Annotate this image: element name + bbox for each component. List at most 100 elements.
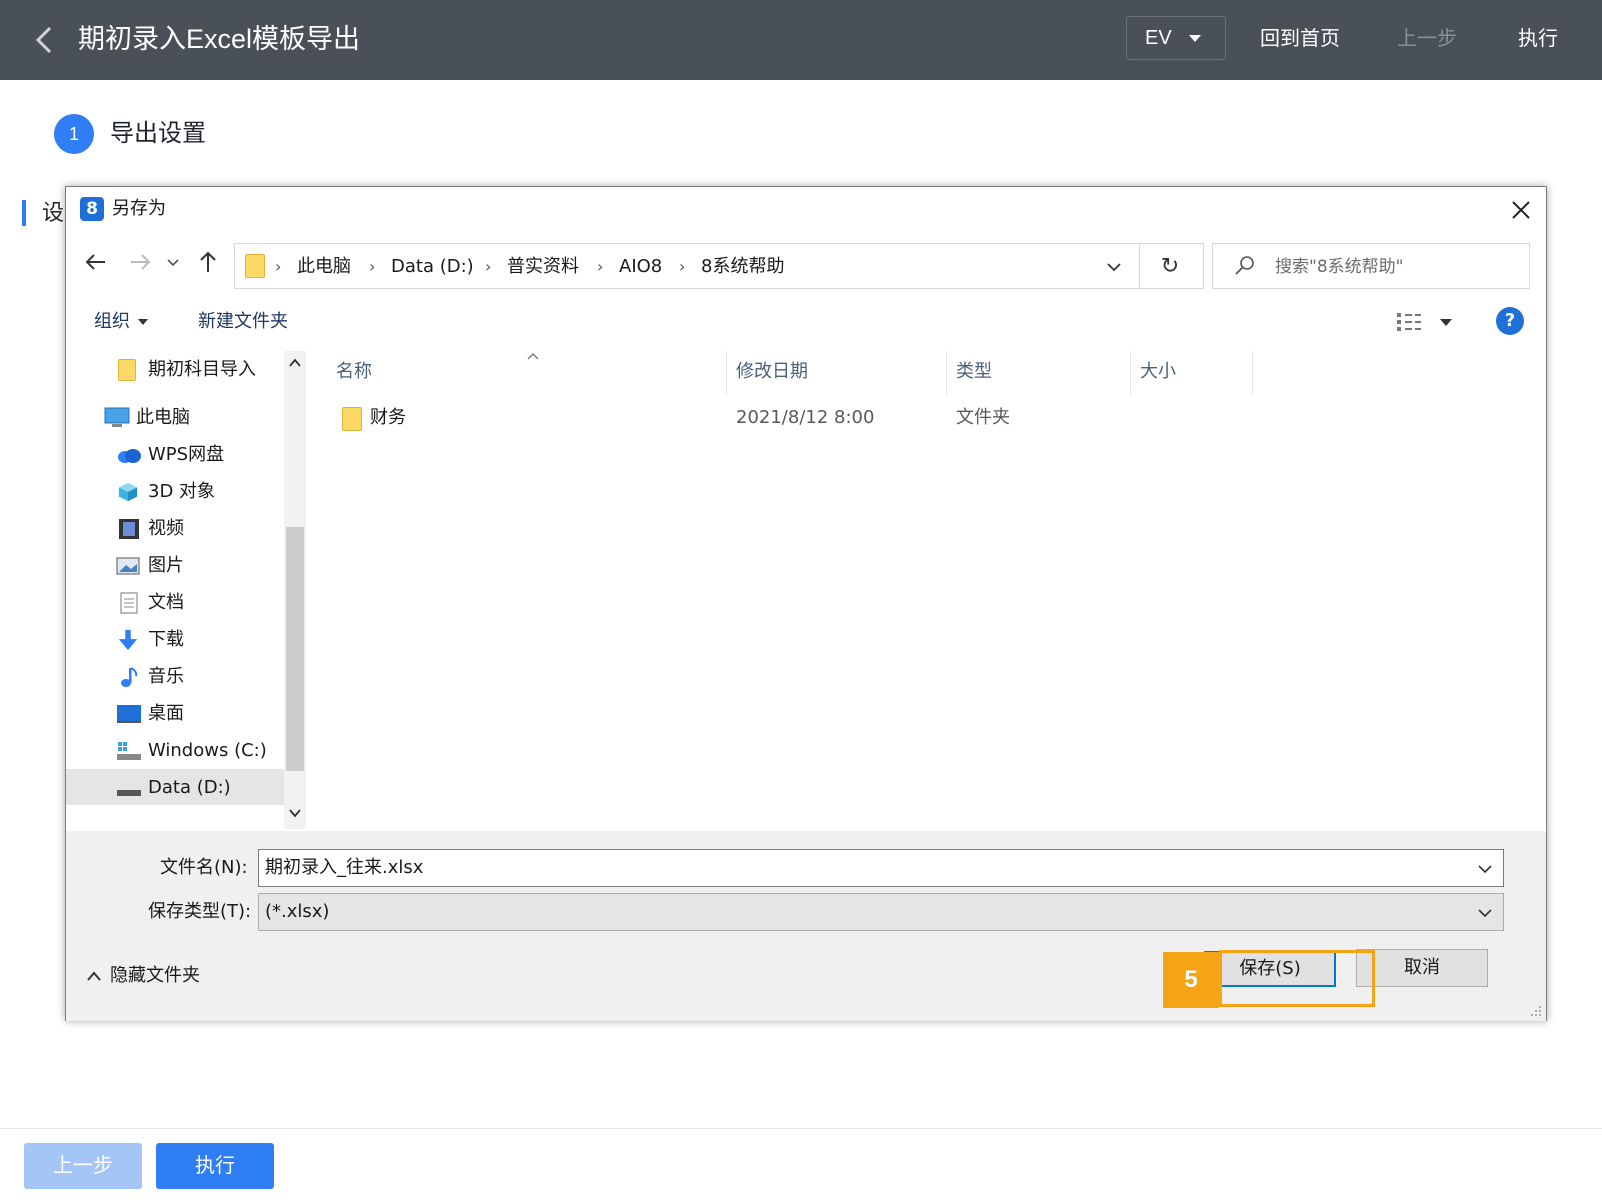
- nav-item-wps-cloud[interactable]: WPS网盘: [66, 436, 284, 472]
- breadcrumb-item[interactable]: 此电脑: [297, 254, 351, 280]
- filename-label: 文件名(N):: [160, 857, 248, 878]
- section-label: 设: [42, 200, 65, 225]
- nav-item-downloads[interactable]: 下载: [66, 621, 284, 657]
- prev-step-button[interactable]: 上一步: [1397, 24, 1457, 54]
- breadcrumb-separator-icon: ›: [597, 257, 604, 276]
- nav-item-pictures[interactable]: 图片: [66, 547, 284, 583]
- column-divider: [1252, 351, 1253, 395]
- drive-c-icon: [117, 742, 141, 760]
- nav-item-label: 此电脑: [136, 407, 190, 428]
- column-header-size[interactable]: 大小: [1140, 359, 1176, 385]
- nav-item-label: WPS网盘: [148, 444, 225, 465]
- computer-icon: [104, 407, 130, 427]
- chevron-down-icon[interactable]: [1475, 860, 1495, 878]
- chevron-down-icon[interactable]: [1103, 256, 1125, 278]
- nav-item-label: 视频: [148, 518, 184, 539]
- chevron-down-icon[interactable]: [288, 807, 302, 819]
- filename-value: 期初录入_往来.xlsx: [265, 857, 424, 878]
- search-placeholder: 搜索"8系统帮助": [1275, 257, 1404, 277]
- view-options-icon[interactable]: [1396, 311, 1422, 333]
- chevron-up-icon[interactable]: [288, 357, 302, 369]
- recent-locations-icon[interactable]: [164, 247, 182, 277]
- dialog-title: 另存为: [112, 198, 166, 219]
- up-folder-icon[interactable]: [194, 247, 222, 277]
- file-type: 文件夹: [956, 407, 1010, 428]
- forward-icon[interactable]: [126, 247, 154, 277]
- nav-item-music[interactable]: 音乐: [66, 658, 284, 694]
- drive-d-icon: [117, 790, 141, 796]
- resize-grip-icon[interactable]: [1528, 1003, 1542, 1017]
- top-header: 期初录入Excel模板导出 EV 回到首页 上一步 执行: [0, 0, 1602, 80]
- hide-folders-toggle[interactable]: 隐藏文件夹: [86, 963, 200, 989]
- navigation-pane: 期初科目导入 此电脑 WPS网盘 3D 对象 视频 图片 文档 下载 音乐 桌面…: [66, 351, 306, 829]
- scrollbar-thumb[interactable]: [286, 527, 304, 771]
- folder-icon: [118, 359, 136, 381]
- address-bar[interactable]: › 此电脑 › Data (D:) › 普实资料 › AIO8 › 8系统帮助 …: [234, 243, 1204, 289]
- breadcrumb-separator-icon: ›: [275, 257, 282, 276]
- nav-item-label: 图片: [148, 555, 184, 576]
- nav-item-label: 文档: [148, 592, 184, 613]
- nav-item-folder[interactable]: 期初科目导入: [66, 351, 284, 387]
- breadcrumb-item[interactable]: Data (D:): [391, 254, 474, 280]
- document-icon: [120, 592, 138, 614]
- execute-button[interactable]: 执行: [1518, 24, 1558, 54]
- column-header-name[interactable]: 名称: [336, 359, 372, 385]
- column-divider: [946, 351, 947, 395]
- nav-scrollbar[interactable]: [284, 351, 306, 829]
- nav-item-drive-d[interactable]: Data (D:): [66, 769, 284, 805]
- ev-dropdown-label: EV: [1145, 27, 1172, 49]
- nav-item-videos[interactable]: 视频: [66, 510, 284, 546]
- breadcrumb-item[interactable]: AIO8: [619, 254, 662, 280]
- ev-dropdown[interactable]: EV: [1126, 16, 1226, 60]
- folder-icon: [245, 254, 265, 278]
- nav-item-label: 3D 对象: [148, 481, 216, 502]
- new-folder-button[interactable]: 新建文件夹: [198, 309, 288, 335]
- nav-item-desktop[interactable]: 桌面: [66, 695, 284, 731]
- bottom-prev-button[interactable]: 上一步: [24, 1143, 142, 1189]
- nav-item-drive-c[interactable]: Windows (C:): [66, 732, 284, 768]
- video-icon: [119, 519, 139, 539]
- cancel-button[interactable]: 取消: [1356, 949, 1488, 987]
- filetype-select[interactable]: (*.xlsx): [258, 893, 1504, 931]
- back-arrow-icon[interactable]: [30, 24, 60, 56]
- download-icon: [118, 629, 138, 651]
- chevron-down-icon[interactable]: [1475, 904, 1495, 922]
- nav-item-3d-objects[interactable]: 3D 对象: [66, 473, 284, 509]
- refresh-icon[interactable]: ↻: [1155, 252, 1185, 282]
- nav-item-this-pc[interactable]: 此电脑: [66, 399, 284, 435]
- folder-icon: [342, 407, 362, 431]
- organize-menu[interactable]: 组织: [94, 309, 148, 335]
- caret-down-icon: [138, 319, 148, 325]
- annotation-highlight-box: [1219, 950, 1375, 1007]
- nav-item-documents[interactable]: 文档: [66, 584, 284, 620]
- help-icon[interactable]: ?: [1496, 307, 1524, 335]
- step-number-badge: 1: [54, 114, 94, 154]
- nav-item-label: Windows (C:): [148, 740, 267, 761]
- file-list: 名称 修改日期 类型 大小 财务 2021/8/12 8:00 文件夹: [312, 351, 1546, 829]
- column-header-type[interactable]: 类型: [956, 359, 992, 385]
- back-icon[interactable]: [82, 247, 110, 277]
- column-divider: [726, 351, 727, 395]
- filename-input[interactable]: 期初录入_往来.xlsx: [258, 849, 1504, 887]
- caret-down-icon[interactable]: [1440, 319, 1452, 326]
- file-name: 财务: [370, 407, 406, 428]
- dialog-toolbar: 组织 新建文件夹 ?: [66, 299, 1546, 343]
- breadcrumb-item[interactable]: 8系统帮助: [701, 254, 784, 280]
- column-divider: [1130, 351, 1131, 395]
- bottom-execute-button[interactable]: 执行: [156, 1143, 274, 1189]
- nav-item-label: 期初科目导入: [148, 359, 256, 380]
- nav-item-label: 音乐: [148, 666, 184, 687]
- search-box[interactable]: 搜索"8系统帮助": [1212, 243, 1530, 289]
- search-icon: [1235, 256, 1254, 275]
- section-marker: [22, 200, 26, 226]
- close-icon[interactable]: [1506, 195, 1536, 225]
- breadcrumb-separator-icon: ›: [369, 257, 376, 276]
- filetype-label: 保存类型(T):: [148, 901, 252, 922]
- address-row: › 此电脑 › Data (D:) › 普实资料 › AIO8 › 8系统帮助 …: [66, 239, 1546, 289]
- nav-item-label: Data (D:): [148, 777, 231, 798]
- breadcrumb-item[interactable]: 普实资料: [507, 254, 579, 280]
- column-header-date[interactable]: 修改日期: [736, 359, 808, 385]
- breadcrumb-separator-icon: ›: [485, 257, 492, 276]
- home-button[interactable]: 回到首页: [1260, 24, 1340, 54]
- nav-item-label: 下载: [148, 629, 184, 650]
